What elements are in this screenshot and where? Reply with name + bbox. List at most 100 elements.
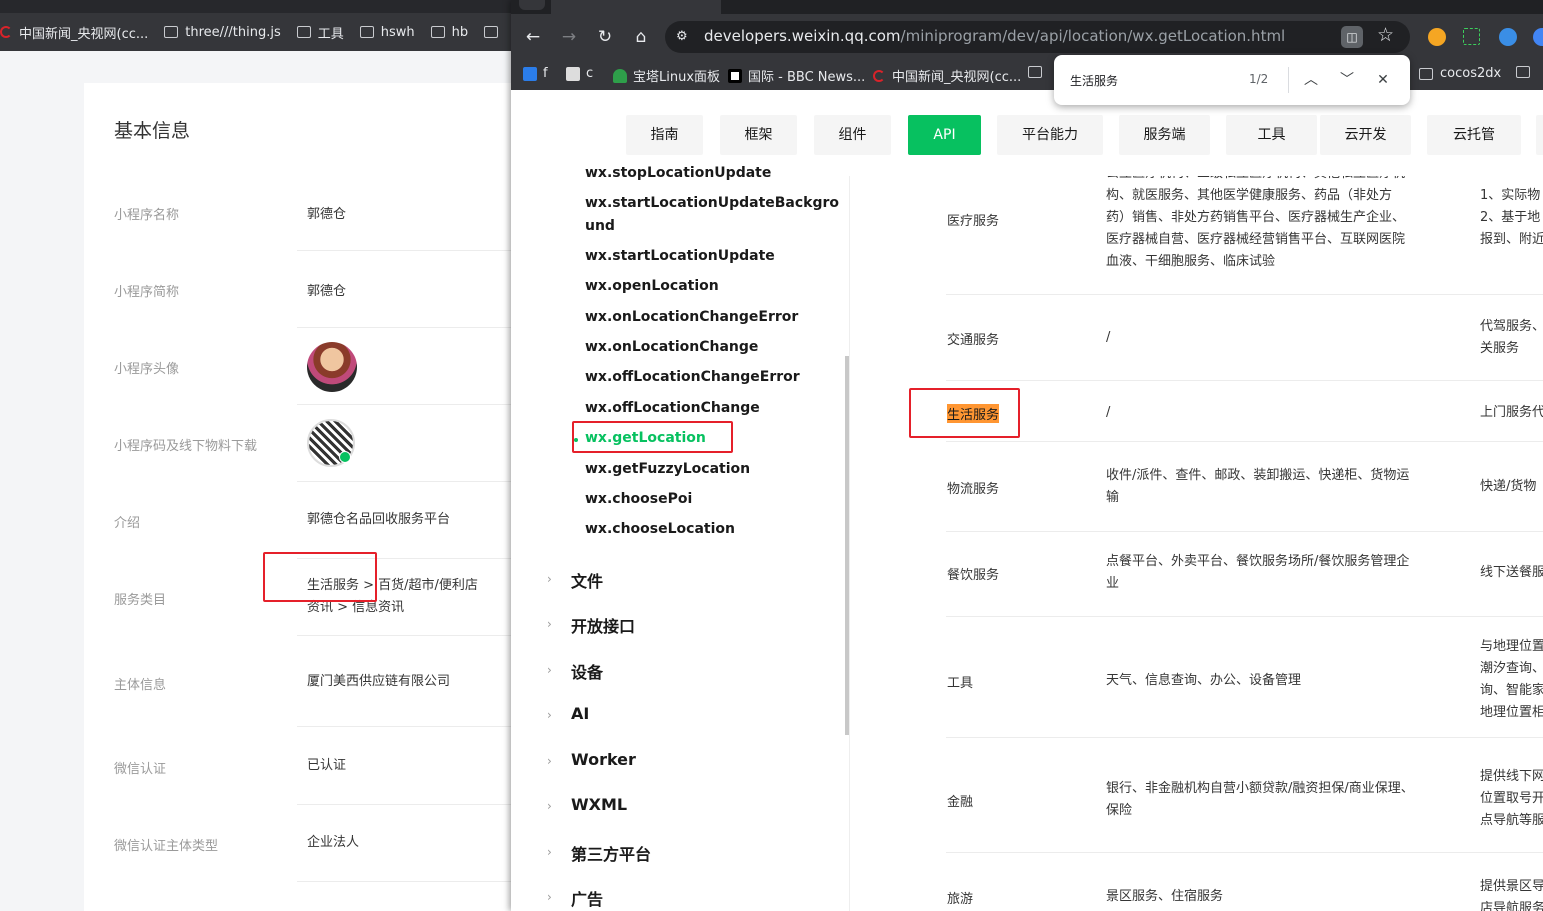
tab-cloud-hosting[interactable]: 云托管 [1427, 115, 1521, 155]
bookmark-label: 中国新闻_央视网(cc... [19, 26, 149, 42]
translate-extension-icon[interactable] [1499, 28, 1517, 46]
table-category: 旅游 [947, 892, 974, 907]
front-browser-window: ← → ↻ ⌂ ⚙ developers.weixin.qq.com/minip… [511, 0, 1543, 911]
tab-more[interactable] [1536, 115, 1543, 155]
chevron-right-icon: › [547, 663, 552, 677]
close-icon[interactable]: ✕ [1371, 68, 1395, 92]
table-category: 金融 [947, 795, 974, 810]
info-label: 微信认证 [114, 762, 167, 777]
desc-line: 点餐平台、外卖平台、餐饮服务场所/餐饮服务管理企 [1106, 554, 1410, 569]
tab-guide[interactable]: 指南 [626, 115, 703, 155]
bookmark-cocos2dx[interactable]: cocos2dx [1419, 66, 1501, 81]
url-text[interactable]: developers.weixin.qq.com/miniprogram/dev… [704, 27, 1285, 45]
reload-icon[interactable]: ↻ [592, 24, 618, 50]
sidebar-item[interactable]: wx.chooseLocation [585, 521, 735, 537]
home-icon[interactable]: ⌂ [628, 24, 654, 50]
bookmark-hswh[interactable]: hswh [359, 25, 415, 40]
folder-icon [296, 26, 311, 38]
sidebar-item[interactable]: wx.stopLocationUpdate [585, 165, 771, 181]
find-in-page-bar: 生活服务 1/2 ︿ ﹀ ✕ [1054, 55, 1410, 105]
bookmark-bbc[interactable]: 国际 - BBC News... [728, 66, 865, 85]
bookmark-c[interactable]: c [566, 66, 593, 81]
desc-line: 公立医疗机构、三级私立医疗机构、其他私立医疗机 [1106, 176, 1446, 185]
mini-program-avatar[interactable] [307, 342, 512, 392]
chevron-down-icon[interactable]: ﹀ [1335, 68, 1359, 92]
info-label: 服务类目 [114, 593, 167, 608]
sidebar-category[interactable]: 广告 [571, 886, 603, 910]
table-extra: 1、实际物 2、基于地 报到、附近 [1480, 176, 1543, 251]
sidebar-category[interactable]: 第三方平台 [571, 841, 651, 865]
sidebar-category[interactable]: 文件 [571, 568, 603, 592]
screenshot-extension-icon[interactable] [1463, 28, 1480, 45]
bookmark-hb[interactable]: hb [430, 25, 468, 40]
extension-icon[interactable] [1533, 28, 1543, 46]
cctv-icon [0, 26, 12, 38]
bookmark-tools[interactable]: 工具 [296, 23, 344, 42]
bookmark-threejs[interactable]: three///thing.js [164, 25, 281, 40]
tab-search-button[interactable] [519, 0, 545, 10]
sidebar-item[interactable]: wx.startLocationUpdate [585, 248, 775, 264]
bookmark-cctv[interactable]: 中国新闻_央视网(cc... [873, 66, 1021, 85]
table-divider [946, 441, 1543, 442]
table-category: 餐饮服务 [947, 568, 1000, 583]
bookmark-baota[interactable]: 宝塔Linux面板 [613, 66, 720, 85]
back-tab-strip [0, 0, 512, 13]
tab-tools[interactable]: 工具 [1226, 115, 1317, 155]
sidebar-category[interactable]: WXML [571, 795, 627, 814]
mini-program-qrcode[interactable] [307, 419, 512, 467]
sidebar-category[interactable]: 开放接口 [571, 613, 635, 637]
bbc-icon [728, 68, 742, 83]
tab-components[interactable]: 组件 [814, 115, 891, 155]
tab-cloud-dev[interactable]: 云开发 [1320, 115, 1411, 155]
extra-line: 提供线下网 [1480, 769, 1543, 784]
sidebar-item[interactable]: wx.onLocationChange [585, 339, 758, 355]
find-input[interactable]: 生活服务 [1070, 72, 1118, 89]
table-extra: 提供线下网 位置取号开 点导航等服 [1480, 766, 1543, 832]
extra-line: 线下送餐服 [1480, 565, 1543, 580]
sidebar-item[interactable]: wx.openLocation [585, 278, 719, 294]
annotation-box-get-location [572, 421, 733, 453]
bookmark-cctv[interactable]: 中国新闻_央视网(cc... [0, 23, 148, 42]
extension-icon[interactable] [1428, 28, 1446, 46]
table-extra: 线下送餐服 [1480, 562, 1543, 584]
tab-platform[interactable]: 平台能力 [997, 115, 1103, 155]
sidebar-category[interactable]: Worker [571, 750, 636, 769]
sidebar-item[interactable]: wx.getFuzzyLocation [585, 461, 750, 477]
extra-line [1480, 176, 1543, 185]
bookmark-star-icon[interactable]: ☆ [1377, 24, 1394, 46]
sidebar-category[interactable]: 设备 [571, 659, 603, 683]
tab-framework[interactable]: 框架 [720, 115, 797, 155]
sidebar-item[interactable]: wx.startLocationUpdateBackgro [585, 195, 839, 211]
bookmark-folder[interactable] [484, 26, 505, 38]
divider [297, 881, 512, 882]
folder-icon [1516, 66, 1530, 78]
bookmark-folder[interactable] [1028, 66, 1049, 78]
sidebar-item[interactable]: wx.offLocationChange [585, 400, 760, 416]
sidebar-category[interactable]: AI [571, 704, 589, 723]
table-extra: 与地理位置 潮汐查询、 询、智能家 地理位置相 [1480, 636, 1543, 724]
address-bar[interactable]: ⚙ developers.weixin.qq.com/miniprogram/d… [665, 21, 1410, 53]
forward-arrow-icon[interactable]: → [556, 24, 582, 50]
annotation-box-service-category [263, 552, 377, 602]
annotation-box-life-service [909, 388, 1020, 438]
active-tab[interactable] [551, 0, 721, 14]
sidebar-item[interactable]: wx.onLocationChangeError [585, 309, 798, 325]
chevron-right-icon: › [547, 617, 552, 631]
tab-api[interactable]: API [908, 115, 981, 155]
back-bookmarks-bar: 中国新闻_央视网(cc... three///thing.js 工具 hswh … [0, 13, 512, 51]
tab-server[interactable]: 服务端 [1119, 115, 1210, 155]
sidebar-item[interactable]: wx.choosePoi [585, 491, 692, 507]
info-value: 郭德仓名品回收服务平台 [307, 512, 451, 527]
bookmark-f[interactable]: f [523, 66, 548, 81]
back-arrow-icon[interactable]: ← [520, 24, 546, 50]
extra-line: 位置取号开 [1480, 791, 1543, 806]
url-host: developers.weixin.qq.com [704, 27, 901, 45]
site-info-icon[interactable]: ⚙ [676, 29, 692, 45]
sidebar-item[interactable]: und [585, 218, 615, 234]
chevron-up-icon[interactable]: ︿ [1299, 68, 1323, 92]
divider [297, 481, 512, 482]
chevron-right-icon: › [547, 799, 552, 813]
bookmark-folder[interactable] [1516, 66, 1537, 78]
sidebar-item[interactable]: wx.offLocationChangeError [585, 369, 800, 385]
lens-icon[interactable]: ◫ [1341, 26, 1363, 48]
